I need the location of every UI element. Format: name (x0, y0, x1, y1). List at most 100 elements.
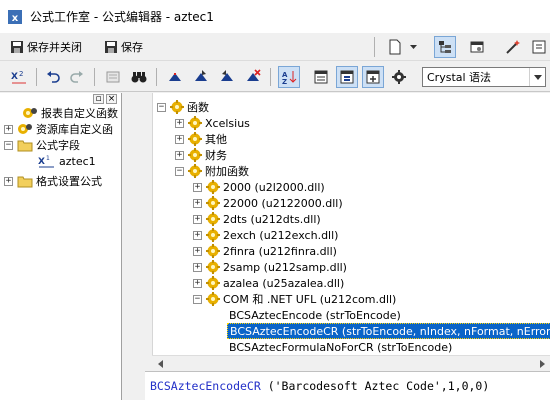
svg-text:1: 1 (46, 155, 50, 162)
formula-editor[interactable]: BCSAztecEncodeCR ('Barcodesoft Aztec Cod… (145, 371, 550, 400)
tree-node-addin[interactable]: + 2000 (u2l2000.dll) (193, 179, 325, 195)
tree-item-format-formulas[interactable]: + 格式设置公式 (4, 173, 102, 189)
gear-folder-icon (18, 124, 32, 134)
browse-data-button[interactable] (102, 66, 124, 88)
collapse-icon[interactable]: − (4, 140, 13, 150)
gear-icon (188, 164, 202, 178)
collapse-icon[interactable]: − (175, 166, 184, 176)
collapse-icon[interactable]: − (193, 294, 202, 304)
horizontal-scrollbar[interactable] (152, 355, 550, 371)
save-button[interactable]: 保存 (104, 36, 143, 58)
show-operators-button[interactable] (362, 66, 384, 88)
save-icon (105, 41, 117, 53)
expand-icon[interactable]: + (4, 124, 13, 134)
collapse-icon[interactable]: − (157, 102, 166, 112)
main-toolbar: 保存并关闭 保存 (0, 33, 550, 61)
tree-node-addin[interactable]: + 2samp (u212samp.dll) (193, 259, 347, 275)
tree-node-addin[interactable]: + 2exch (u212exch.dll) (193, 227, 338, 243)
new-dropdown-button[interactable] (406, 36, 420, 58)
toggle-bookmark-button[interactable] (164, 66, 186, 88)
tree-node-label: 22000 (u2122000.dll) (223, 196, 343, 210)
expand-icon[interactable]: + (193, 214, 202, 224)
tree-item-repository-custom-functions[interactable]: + 资源库自定义函 (4, 121, 113, 137)
next-bookmark-button[interactable] (190, 66, 212, 88)
formula-expert-button[interactable] (502, 36, 524, 58)
gear-icon (188, 116, 202, 130)
scroll-left-icon[interactable] (152, 356, 168, 372)
app-icon: x (8, 9, 22, 24)
tree-node-addin[interactable]: + azalea (u25azalea.dll) (193, 275, 344, 291)
tree-node-other[interactable]: + 其他 (175, 131, 227, 147)
folder-icon (17, 176, 33, 188)
sort-trees-button[interactable]: AZ (278, 66, 300, 88)
tree-node-financial[interactable]: + 财务 (175, 147, 227, 163)
tree-node-label: 2000 (u2l2000.dll) (223, 180, 325, 194)
previous-bookmark-button[interactable] (216, 66, 238, 88)
save-and-close-label: 保存并关闭 (27, 41, 82, 54)
toggle-tree-button[interactable] (434, 36, 456, 58)
function-item[interactable]: BCSAztecFormulaNoForCR (strToEncode) (229, 339, 452, 355)
window-title: 公式工作室 - 公式编辑器 - aztec1 (30, 10, 214, 24)
tree-node-com-net-ufl[interactable]: − COM 和 .NET UFL (u212com.dll) (193, 291, 396, 307)
gear-icon (206, 244, 220, 258)
tree-node-addin[interactable]: + 2finra (u212finra.dll) (193, 243, 337, 259)
function-label: BCSAztecEncodeCR (strToEncode, nIndex, n… (230, 324, 550, 338)
show-functions-button[interactable] (336, 66, 358, 88)
svg-text:X: X (38, 157, 45, 167)
gear-icon (206, 292, 220, 306)
restore-pane-button[interactable]: ▫ (93, 94, 104, 104)
tree-item-label: 报表自定义函数 (41, 107, 118, 120)
close-pane-button[interactable]: × (106, 94, 117, 104)
help-button[interactable] (528, 36, 550, 58)
expand-icon[interactable]: + (193, 182, 202, 192)
function-item-selected[interactable]: BCSAztecEncodeCR (strToEncode, nIndex, n… (227, 323, 550, 339)
tree-item-aztec1[interactable]: X1 aztec1 (38, 153, 96, 169)
custom-function-button[interactable] (388, 66, 410, 88)
toolbar-separator (270, 68, 271, 86)
syntax-select[interactable]: Crystal 语法 (422, 67, 546, 87)
tree-node-additional-functions[interactable]: − 附加函数 (175, 163, 249, 179)
save-icon (11, 41, 23, 53)
expand-icon[interactable]: + (193, 278, 202, 288)
gear-icon (206, 228, 220, 242)
toolbar-separator (36, 68, 37, 86)
tree-node-label: 2samp (u212samp.dll) (223, 260, 347, 274)
redo-button[interactable] (66, 66, 88, 88)
undo-button[interactable] (42, 66, 64, 88)
pane-splitter[interactable] (122, 93, 152, 400)
check-syntax-button[interactable]: X2 (8, 66, 30, 88)
tree-node-addin[interactable]: + 22000 (u2122000.dll) (193, 195, 343, 211)
tree-item-label: aztec1 (59, 154, 96, 168)
workshop-tree: ▫ × 报表自定义函数 + 资源库自定义函 − 公式字段 X1 aztec1 +… (0, 93, 122, 400)
tree-node-xcelsius[interactable]: + Xcelsius (175, 115, 250, 131)
magic-wand-icon (506, 40, 520, 54)
tree-node-functions-root[interactable]: − 函数 (157, 99, 209, 115)
gear-icon (206, 212, 220, 226)
find-button[interactable] (128, 66, 150, 88)
expand-icon[interactable]: + (193, 230, 202, 240)
operator-tree-icon (366, 70, 380, 84)
expand-icon[interactable]: + (193, 198, 202, 208)
tree-item-formula-fields[interactable]: − 公式字段 (4, 137, 80, 153)
editor-arguments: ('Barcodesoft Aztec Code',1,0,0) (260, 379, 490, 393)
expand-icon[interactable]: + (193, 262, 202, 272)
expand-icon[interactable]: + (175, 134, 184, 144)
show-fields-button[interactable] (310, 66, 332, 88)
toolbar-separator (94, 68, 95, 86)
new-document-icon (389, 39, 401, 55)
expand-icon[interactable]: + (193, 246, 202, 256)
clear-bookmarks-button[interactable] (242, 66, 264, 88)
gear-icon (206, 180, 220, 194)
tree-item-report-custom-functions[interactable]: 报表自定义函数 (22, 105, 118, 121)
function-item[interactable]: BCSAztecEncode (strToEncode) (229, 307, 401, 323)
properties-button[interactable] (466, 36, 488, 58)
expand-icon[interactable]: + (175, 118, 184, 128)
tree-node-addin[interactable]: + 2dts (u212dts.dll) (193, 211, 321, 227)
chevron-down-icon[interactable] (529, 68, 545, 86)
expand-icon[interactable]: + (175, 150, 184, 160)
new-formula-button[interactable] (384, 36, 406, 58)
field-tree-icon (314, 70, 328, 84)
save-and-close-button[interactable]: 保存并关闭 (10, 36, 82, 58)
expand-icon[interactable]: + (4, 176, 13, 186)
scroll-right-icon[interactable] (534, 356, 550, 372)
